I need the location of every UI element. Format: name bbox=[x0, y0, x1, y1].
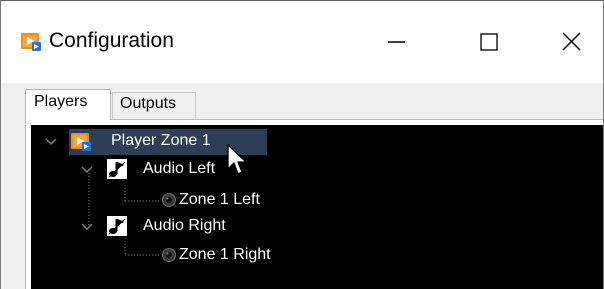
chevron-down-icon[interactable] bbox=[80, 163, 94, 177]
tree-node-zone-1-left[interactable]: Zone 1 Left bbox=[31, 188, 311, 212]
audio-note-icon bbox=[107, 216, 127, 236]
window-title: Configuration bbox=[49, 29, 174, 52]
chevron-down-icon[interactable] bbox=[80, 220, 94, 234]
tree-node-label: Audio Right bbox=[143, 217, 226, 234]
mouse-cursor-icon bbox=[227, 144, 247, 175]
maximize-button[interactable] bbox=[442, 1, 532, 83]
tree-node-label: Zone 1 Right bbox=[179, 246, 271, 263]
player-tree-view[interactable]: Player Zone 1 Audio Left Zone 1 Left Aud… bbox=[31, 125, 603, 289]
tab-players[interactable]: Players bbox=[25, 89, 111, 120]
title-bar[interactable]: Configuration bbox=[1, 1, 603, 83]
close-button[interactable] bbox=[534, 1, 603, 83]
speaker-dot-icon bbox=[162, 248, 176, 262]
player-icon bbox=[71, 133, 91, 151]
configuration-window: Configuration Players Outputs Player Zon… bbox=[0, 0, 604, 289]
chevron-down-icon[interactable] bbox=[44, 135, 58, 149]
audio-note-icon bbox=[107, 159, 127, 179]
minimize-icon bbox=[388, 41, 405, 43]
configuration-app-icon bbox=[21, 33, 41, 51]
tab-outputs[interactable]: Outputs bbox=[112, 92, 196, 119]
tree-node-audio-right[interactable]: Audio Right bbox=[31, 215, 281, 239]
tree-node-label: Player Zone 1 bbox=[111, 132, 211, 149]
maximize-icon bbox=[480, 33, 498, 51]
close-icon bbox=[562, 32, 581, 51]
tree-node-zone-1-right[interactable]: Zone 1 Right bbox=[31, 243, 321, 267]
tree-node-label: Audio Left bbox=[143, 160, 216, 177]
minimize-button[interactable] bbox=[350, 1, 440, 83]
tree-node-label: Zone 1 Left bbox=[179, 191, 260, 208]
speaker-dot-icon bbox=[162, 193, 176, 207]
